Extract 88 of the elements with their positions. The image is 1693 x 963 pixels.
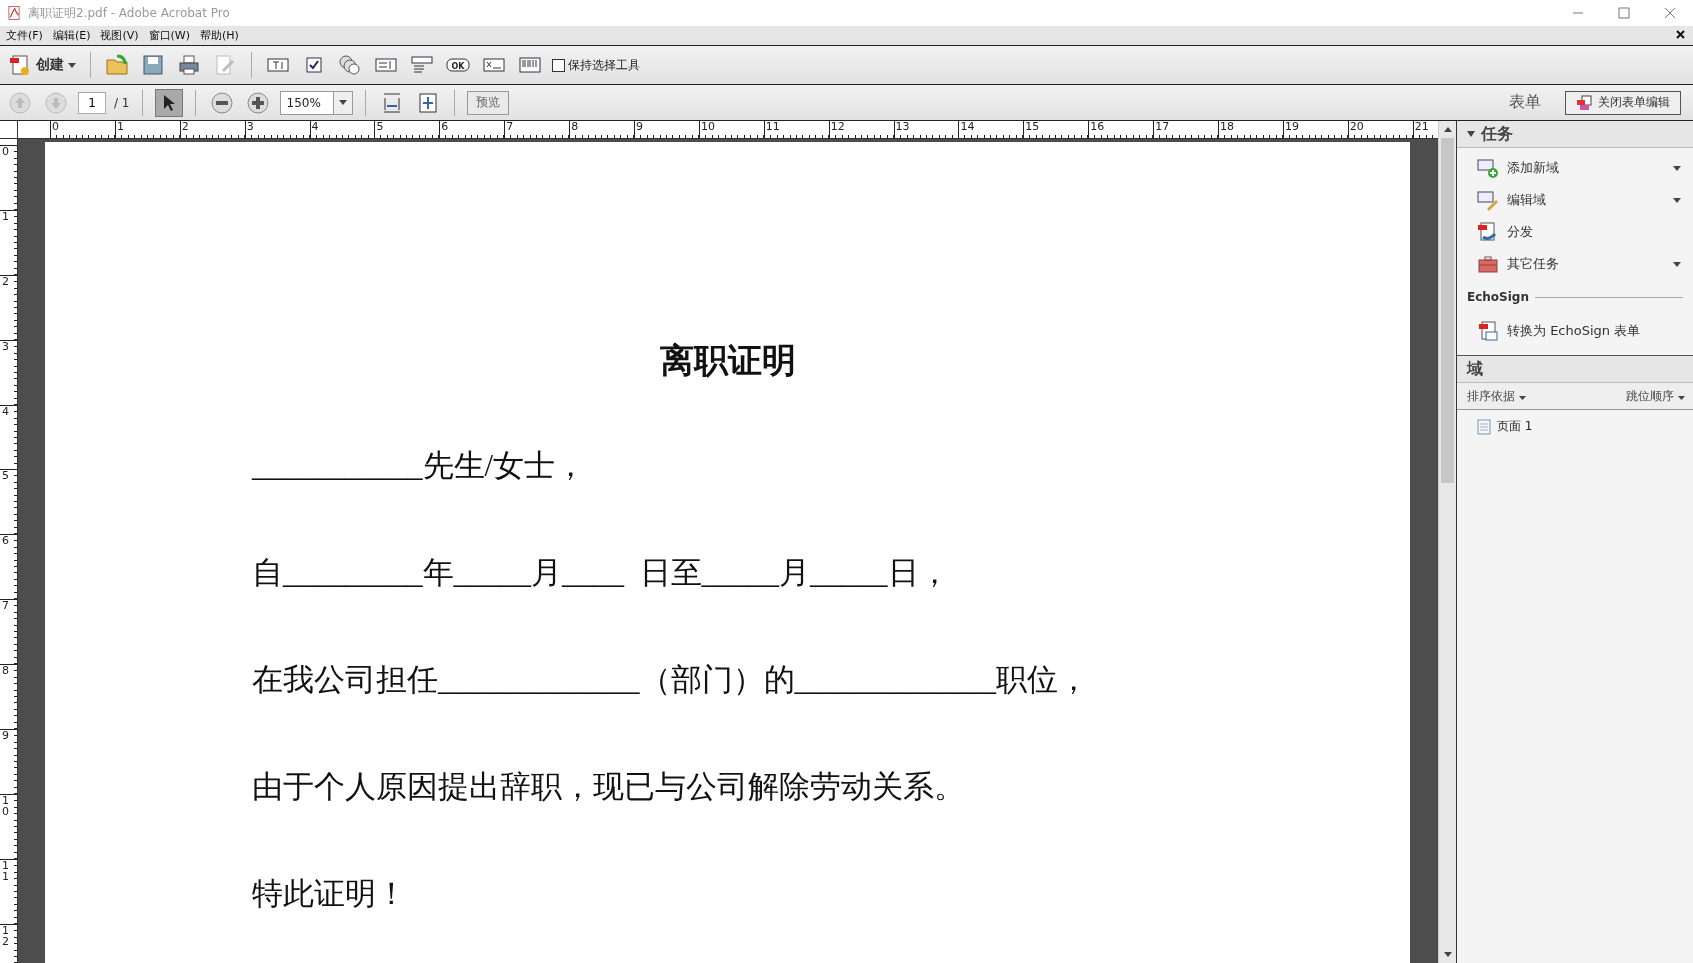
task-item[interactable]: 添加新域 <box>1457 152 1693 184</box>
echosign-label: EchoSign <box>1467 290 1529 304</box>
fields-header[interactable]: 域 <box>1457 355 1693 383</box>
keep-tool-checkbox[interactable]: 保持选择工具 <box>552 56 640 74</box>
scrollbar[interactable] <box>1438 121 1456 963</box>
ruler-label: 4 <box>310 121 320 133</box>
document-line: ___________先生/女士， <box>252 447 588 485</box>
ruler-label: 4 <box>1 405 10 417</box>
page-icon <box>1477 418 1491 435</box>
caret-icon <box>68 62 76 68</box>
caret-icon <box>338 100 347 105</box>
ruler-label: 5 <box>1 470 10 482</box>
up-arrow-icon[interactable] <box>1443 127 1452 132</box>
text-field-pencil-icon <box>1477 189 1499 211</box>
ruler-label: 21 <box>1413 121 1430 133</box>
ruler-label: 11 <box>1 859 10 882</box>
ruler-label: 19 <box>1283 121 1300 133</box>
task-item[interactable]: 其它任务 <box>1457 248 1693 280</box>
menu-item[interactable]: 编辑(E) <box>50 28 99 43</box>
ruler-label: 1 <box>115 121 125 133</box>
create-button[interactable]: 创建 <box>6 51 78 79</box>
toolbox-icon <box>1477 253 1499 275</box>
caret-icon <box>1678 395 1685 400</box>
document-line: 由于个人原因提出辞职，现已与公司解除劳动关系。 <box>252 768 966 806</box>
pdf-icon <box>6 5 22 21</box>
document-line: 在我公司担任_____________（部门）的_____________职位， <box>252 661 1090 699</box>
menu-item[interactable]: 帮助(H) <box>198 28 247 43</box>
ruler-label: 13 <box>894 121 911 133</box>
task-item[interactable]: 转换为 EchoSign 表单 <box>1457 315 1693 347</box>
text-field-plus-icon <box>1477 157 1499 179</box>
form-close-icon <box>1576 94 1592 111</box>
tab-order-dropdown[interactable]: 跳位顺序 <box>1626 387 1685 405</box>
sort-by-dropdown[interactable]: 排序依据 <box>1467 387 1526 405</box>
ruler-label: 12 <box>829 121 846 133</box>
document-title: 离职证明 <box>658 341 797 381</box>
ruler-label: 0 <box>51 121 60 133</box>
ruler-label: 14 <box>959 121 976 133</box>
ruler-label: 11 <box>764 121 781 133</box>
tasks-header[interactable]: 任务 <box>1457 121 1693 148</box>
page-number-field[interactable]: 1 <box>78 91 106 114</box>
document-line: 自_________年_____月____ 日至_____月_____日， <box>252 554 951 592</box>
ruler-label: 6 <box>1 535 10 547</box>
ruler-label: 1 <box>1 210 10 222</box>
close-icon[interactable] <box>1676 30 1685 39</box>
maximize-icon[interactable] <box>1618 7 1630 19</box>
ruler-label: 18 <box>1219 121 1236 133</box>
button-tool[interactable]: OK <box>444 51 472 79</box>
ruler-label: 10 <box>699 121 716 133</box>
select-tool-icon[interactable] <box>154 88 183 117</box>
ruler-label: 17 <box>1154 121 1171 133</box>
ruler-label: 2 <box>1 275 10 287</box>
menu-item[interactable]: 视图(V) <box>98 28 147 43</box>
tasks-title: 任务 <box>1481 123 1513 145</box>
document-convert-icon <box>1477 320 1499 342</box>
triangle-icon <box>1467 131 1475 137</box>
ruler-label: 0 <box>1 146 10 157</box>
ruler-label: 7 <box>1 600 10 612</box>
zoom-dropdown[interactable]: 150% <box>279 90 353 115</box>
document-line: 特此证明！ <box>252 875 408 913</box>
menu-item[interactable]: 窗口(W) <box>146 28 199 43</box>
ruler-label: 3 <box>245 121 255 133</box>
document-star-icon <box>8 53 32 77</box>
ruler-label: 15 <box>1024 121 1041 133</box>
caret-icon <box>1518 395 1526 400</box>
ruler-label: 6 <box>440 121 450 133</box>
down-arrow-icon[interactable] <box>1443 952 1452 957</box>
close-form-editing-button[interactable]: 关闭表单编辑 <box>1565 90 1681 115</box>
forms-label: 表单 <box>1509 92 1541 113</box>
task-item[interactable]: 编辑域 <box>1457 184 1693 216</box>
document-arrow-icon <box>1477 221 1499 243</box>
page-count: / 1 <box>114 95 130 110</box>
ruler-label: 10 <box>1 794 10 817</box>
task-item[interactable]: 分发 <box>1457 216 1693 248</box>
window-title: 离职证明2.pdf - Adobe Acrobat Pro <box>28 4 230 22</box>
preview-button[interactable]: 预览 <box>466 90 509 115</box>
ruler-label: 9 <box>1 730 10 741</box>
ruler-label: 9 <box>635 121 644 133</box>
ruler-label: 8 <box>1 665 10 677</box>
ruler-label: 8 <box>570 121 580 133</box>
ruler-label: 16 <box>1089 121 1106 133</box>
ruler-label: 20 <box>1348 121 1365 133</box>
page-tree-item[interactable]: 页面 1 <box>1457 410 1693 435</box>
ruler-label: 12 <box>1 924 10 947</box>
ruler-label: 5 <box>375 121 385 133</box>
ruler-label: 3 <box>1 340 10 352</box>
ruler-label: 7 <box>505 121 515 133</box>
menu-item[interactable]: 文件(F) <box>4 28 51 43</box>
ruler-label: 2 <box>180 121 190 133</box>
